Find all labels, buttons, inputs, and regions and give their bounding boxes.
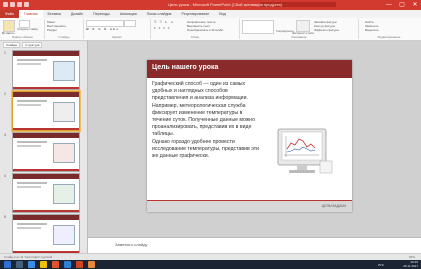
edge-icon[interactable] (28, 261, 35, 268)
tab-home[interactable]: Главная (18, 10, 43, 18)
tab-insert[interactable]: Вставка (43, 10, 66, 18)
explorer-icon[interactable] (40, 261, 47, 268)
group-label: Абзац (190, 35, 200, 39)
redo-icon[interactable] (24, 2, 29, 7)
window-title: Цель урока - Microsoft PowerPoint (Сбой … (168, 2, 282, 7)
group-label: Буфер обмена (12, 35, 33, 39)
status-slide-info: Слайд 2 из 11 "Нев.Офис" русский (4, 255, 53, 259)
tab-review[interactable]: Рецензирование (176, 10, 214, 18)
slide-text-box[interactable]: Графический способ — один из самых удобн… (152, 81, 260, 160)
monitor-graph-illustration[interactable] (272, 127, 335, 177)
font-size-select[interactable] (124, 20, 136, 27)
slide-number: 5 (4, 215, 6, 219)
slide-thumbnail-selected[interactable] (12, 91, 80, 131)
group-label: Слайды (58, 35, 70, 39)
clock-date: 26.11.2017 (403, 263, 418, 268)
language-indicator[interactable]: РУС (378, 263, 384, 267)
minimize-button[interactable]: — (383, 1, 395, 9)
start-icon[interactable] (4, 261, 11, 268)
panel-tabs: Слайды Структура (3, 42, 43, 48)
group-label: Шрифт (112, 35, 122, 39)
tab-view[interactable]: Вид (214, 10, 231, 18)
chrome-icon[interactable] (52, 261, 59, 268)
word-icon[interactable] (64, 261, 71, 268)
tab-animations[interactable]: Анимация (115, 10, 142, 18)
font-format-buttons[interactable]: Ж К Ч S abc (86, 27, 120, 31)
slide-number: 1 (4, 51, 6, 55)
ribbon: Вставить Создать слайд Буфер обмена Маке… (0, 18, 421, 41)
powerpoint-icon[interactable] (76, 261, 83, 268)
align-buttons[interactable]: ≡ ≡ ≡ ≡ (154, 26, 171, 30)
save-icon[interactable] (10, 2, 15, 7)
notes-pane[interactable]: Заметки к слайду (88, 237, 421, 254)
tab-slideshow[interactable]: Показ слайдов (142, 10, 177, 18)
slide-paragraph: Однако гораздо удобнее провести исследов… (152, 138, 259, 160)
group-editing: Найти Заменить Выделить Редактирование (359, 19, 419, 39)
group-slides: Макет Восстановить Раздел Слайды (45, 19, 84, 39)
tab-transitions[interactable]: Переходы (88, 10, 115, 18)
slide-thumbnail[interactable] (12, 50, 80, 90)
slide-thumbnail[interactable] (12, 132, 80, 172)
windows-taskbar: РУС 20:46 26.11.2017 (0, 260, 421, 269)
group-paragraph: ☰ ☷ ⇤ ⇥ ≡ ≡ ≡ ≡ Направление текста Выров… (151, 19, 240, 39)
maximize-button[interactable]: ▢ (396, 1, 408, 9)
tab-outline[interactable]: Структура (22, 42, 43, 48)
title-bar: Цель урока - Microsoft PowerPoint (Сбой … (0, 0, 421, 10)
clock[interactable]: 20:46 26.11.2017 (403, 260, 418, 268)
slide-canvas[interactable]: Цель нашего урока Графический способ — о… (147, 60, 352, 212)
slide-footer-label: ЦЕЛЬ/ЗАДАЧИ (321, 204, 346, 208)
slide-number: 3 (4, 133, 6, 137)
tab-file[interactable]: Файл (0, 10, 19, 18)
zoom-level[interactable]: 63% (409, 255, 415, 259)
slide-paragraph: Графический способ — один из самых удобн… (152, 81, 248, 102)
list-buttons[interactable]: ☰ ☷ ⇤ ⇥ (154, 20, 174, 24)
shape-effects-button[interactable]: Эффекты фигуры (314, 28, 339, 32)
close-button[interactable]: ✕ (409, 1, 421, 9)
shapes-gallery[interactable] (242, 20, 274, 34)
group-clipboard: Вставить Создать слайд Буфер обмена (1, 19, 45, 39)
group-drawing: Упорядочить Экспресс-стили Заливка фигур… (240, 19, 359, 39)
app-icon[interactable] (88, 261, 95, 268)
app-icon[interactable] (3, 2, 8, 7)
tab-slides[interactable]: Слайды (3, 42, 21, 48)
undo-icon[interactable] (17, 2, 22, 7)
slide-thumbnail[interactable] (12, 214, 80, 254)
ribbon-tabs: Файл Главная Вставка Дизайн Переходы Ани… (0, 10, 421, 18)
new-slide-icon[interactable] (19, 20, 30, 28)
smartart-button[interactable]: Преобразовать в SmartArt (187, 28, 223, 32)
tab-design[interactable]: Дизайн (66, 10, 88, 18)
slide-footer-line (147, 200, 352, 201)
quick-access-toolbar (3, 2, 29, 8)
search-icon[interactable] (16, 261, 23, 268)
slide-number: 4 (4, 174, 6, 178)
font-name-select[interactable] (86, 20, 124, 27)
slides-panel: Слайды Структура 1 2 3 4 5 (0, 41, 88, 254)
slide-title[interactable]: Цель нашего урока (152, 64, 218, 71)
group-font: Ж К Ч S abc Шрифт (84, 19, 151, 39)
group-label: Редактирование (377, 35, 401, 39)
group-label: Рисование (291, 35, 307, 39)
slide-thumbnail[interactable] (12, 173, 80, 213)
select-button[interactable]: Выделить (365, 28, 379, 32)
slide-number: 2 (4, 92, 6, 96)
notes-placeholder[interactable]: Заметки к слайду (115, 242, 147, 247)
section-button[interactable]: Раздел (47, 28, 57, 32)
slide-paragraph: Например, метеорологическая служба фикси… (152, 102, 256, 138)
